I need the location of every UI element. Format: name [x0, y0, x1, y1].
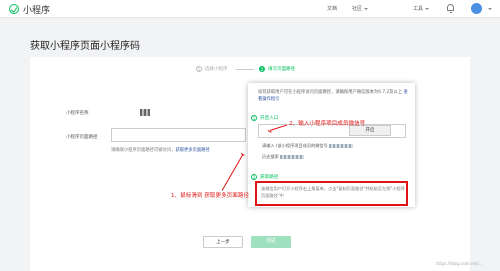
redacted-text[interactable] — [280, 155, 305, 159]
hint-text: 请确保小程序页面路径可被访问， — [111, 148, 176, 153]
done-button[interactable]: 完成 — [251, 236, 291, 248]
chevron-down-icon — [364, 7, 369, 10]
annotation-step2: 2、输入小程序项目成员微信号 — [289, 121, 366, 127]
copy-path-instruction: 该微信用户打开小程序右上角菜单，点击"复制页面路径"并粘贴至左侧"小程序页面路径… — [261, 186, 405, 198]
app-title: 小程序 — [23, 6, 51, 16]
annotation-step1: 1、鼠标滑到 获取更多页面路径 — [171, 193, 250, 199]
avatar[interactable] — [471, 3, 482, 14]
nav-tools-label: 工具 — [413, 6, 424, 12]
chevron-down-icon[interactable] — [488, 8, 492, 10]
nav-community[interactable]: 社区 — [352, 5, 369, 12]
wechat-id-hint-text: 请输入 (该小程序项目成员的微信号 — [262, 143, 328, 148]
step-fill-path: 2 填写页面路径 — [259, 66, 295, 72]
page-path-input[interactable] — [111, 128, 246, 142]
step-label: 填写页面路径 — [268, 67, 295, 72]
page-title: 获取小程序页面小程序码 — [30, 41, 140, 52]
nav-community-label: 社区 — [352, 6, 363, 12]
prev-button[interactable]: 上一步 — [203, 236, 243, 248]
popover-description: 如何获取用户可在小程序访问页面路径，请确保用户微信版本为6.7.2及以上 查看操… — [258, 89, 408, 103]
page-path-hint: 请确保小程序页面路径可被访问，获取更多页面路径 — [111, 147, 210, 153]
section-number: 2 — [251, 174, 257, 180]
step-select-miniprogram: 1 选择小程序 — [196, 66, 228, 72]
step-divider — [236, 69, 254, 70]
page-path-label: 小程序页面路径 — [66, 135, 98, 140]
step-number: 2 — [259, 66, 265, 72]
chevron-down-icon — [425, 7, 430, 10]
step-label: 选择小程序 — [205, 67, 228, 72]
section-get-path: 2 获取路径 — [251, 174, 278, 180]
get-more-paths-link[interactable]: 获取更多页面路径 — [175, 148, 209, 153]
wechat-id-hint: 请输入 (该小程序项目成员的微信号 — [262, 143, 354, 149]
miniprogram-name-redacted — [140, 109, 150, 116]
redacted-text — [329, 144, 354, 148]
watermark: https://blog.csdn.net/... — [436, 261, 483, 266]
bell-icon[interactable] — [447, 4, 454, 13]
popover-desc-text: 如何获取用户可在小程序访问页面路径，请确保用户微信版本为6.7.2及以上 — [258, 90, 403, 95]
step-number: 1 — [196, 66, 202, 72]
search-history: 历史搜索 — [262, 154, 305, 160]
nav-docs[interactable]: 文档 — [327, 5, 337, 12]
section-number: 1 — [251, 115, 257, 121]
search-history-label: 历史搜索 — [262, 154, 279, 159]
nav-tools[interactable]: 工具 — [413, 5, 430, 12]
miniprogram-logo-icon — [9, 4, 19, 14]
section-title: 开启入口 — [260, 116, 279, 121]
miniprogram-name-label: 小程序名称 — [66, 111, 89, 116]
section-title: 获取路径 — [260, 175, 279, 180]
top-bar: 小程序 文档 社区 工具 — [0, 0, 500, 18]
section-open-entry: 1 开启入口 — [251, 115, 278, 121]
